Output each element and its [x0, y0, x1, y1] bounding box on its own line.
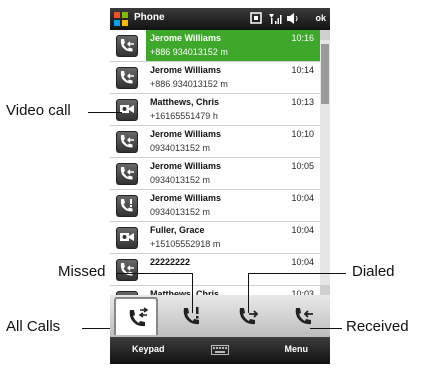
leader-line-missed — [116, 273, 192, 274]
call-filter-tabs — [110, 295, 330, 337]
call-details: Jerome Williams 0934013152 m 10:10 — [146, 126, 320, 157]
contact-name: 22222222 — [150, 257, 191, 267]
call-details: Jerome Williams 0934013152 m 10:05 — [146, 158, 320, 189]
menu-softkey[interactable]: Menu — [285, 344, 309, 354]
call-details: Fuller, Grace +15105552918 m 10:04 — [146, 222, 320, 253]
phone-number: +886 934013152 m — [150, 79, 228, 89]
contact-name: Fuller, Grace — [150, 225, 205, 235]
leader-line-all-calls — [82, 328, 110, 329]
call-time: 10:04 — [291, 193, 314, 203]
phone-number: 0934013152 m — [150, 207, 211, 217]
contact-name: Jerome Williams — [150, 193, 221, 203]
windows-start-icon[interactable] — [113, 11, 129, 27]
signal-icon — [269, 14, 282, 24]
keypad-softkey[interactable]: Keypad — [132, 344, 165, 354]
call-time: 10:10 — [291, 129, 314, 139]
video-call-icon — [116, 227, 138, 249]
call-type-icon-area — [110, 158, 146, 189]
call-time: 10:14 — [291, 65, 314, 75]
keyboard-icon[interactable] — [211, 345, 229, 355]
leader-line-video-call — [88, 112, 122, 113]
call-history-row[interactable]: Jerome Williams 0934013152 m 10:10 — [110, 126, 320, 158]
contact-name: Jerome Williams — [150, 33, 221, 43]
leader-line-missed-drop — [192, 273, 193, 313]
leader-line-dialed-drop — [248, 273, 249, 313]
call-type-icon-area — [110, 222, 146, 253]
call-time: 10:13 — [291, 97, 314, 107]
callout-all-calls: All Calls — [6, 318, 61, 335]
callout-dialed: Dialed — [352, 263, 395, 280]
app-title: Phone — [134, 12, 165, 23]
call-details: Jerome Williams +886 934013152 m 10:14 — [146, 62, 320, 93]
softkey-bar: Keypad Menu — [110, 337, 330, 364]
received-call-icon — [116, 259, 138, 281]
received-call-icon — [116, 35, 138, 57]
call-type-icon-area — [110, 62, 146, 93]
received-call-icon — [116, 67, 138, 89]
tab-received[interactable] — [282, 297, 326, 335]
call-history-row[interactable]: Jerome Williams +886 934013152 m 10:14 — [110, 62, 320, 94]
title-bar: Phone ok — [110, 8, 330, 30]
call-history-row[interactable]: Fuller, Grace +15105552918 m 10:04 — [110, 222, 320, 254]
call-time: 10:05 — [291, 161, 314, 171]
all-calls-icon — [129, 307, 149, 327]
call-history-row[interactable]: Jerome Williams 0934013152 m 10:05 — [110, 158, 320, 190]
call-details: Jerome Williams +886 934013152 m 10:16 — [146, 30, 320, 61]
call-history-row[interactable]: Matthews, Chris +16165551479 h 10:13 — [110, 94, 320, 126]
scrollbar[interactable] — [320, 30, 330, 295]
phone-number: 0934013152 m — [150, 175, 211, 185]
call-history-row[interactable]: Matthews, Chris+16165551479 h10:03 — [110, 286, 320, 295]
contact-name: Jerome Williams — [150, 129, 221, 139]
contact-name: Jerome Williams — [150, 161, 221, 171]
call-time: 10:04 — [291, 257, 314, 267]
scroll-down-arrow[interactable] — [320, 285, 330, 295]
phone-number: +16165551479 h — [150, 111, 218, 121]
call-details: Matthews, Chris +16165551479 h 10:13 — [146, 94, 320, 125]
call-history-row[interactable]: Jerome Williams +886 934013152 m 10:16 — [110, 30, 320, 62]
received-call-icon — [116, 131, 138, 153]
received-call-icon — [295, 308, 313, 325]
phone-number: +886 934013152 m — [150, 47, 228, 57]
phone-number: +15105552918 m — [150, 239, 221, 249]
call-details: Matthews, Chris+16165551479 h10:03 — [146, 286, 320, 295]
call-type-icon-area — [110, 190, 146, 221]
call-type-icon-area — [110, 126, 146, 157]
call-history-row[interactable]: 22222222 10:04 — [110, 254, 320, 286]
callout-missed: Missed — [58, 263, 106, 280]
leader-line-received — [310, 328, 342, 329]
call-history-list: Jerome Williams +886 934013152 m 10:16 Jero… — [110, 30, 330, 295]
call-details: Jerome Williams 0934013152 m 10:04 — [146, 190, 320, 221]
scroll-up-arrow[interactable] — [320, 30, 330, 40]
call-type-icon-area — [110, 94, 146, 125]
phone-screen: Phone ok Jerome Williams +886 934013152 m… — [110, 8, 330, 364]
volume-icon — [287, 13, 298, 24]
tab-all-calls[interactable] — [114, 297, 158, 335]
scroll-thumb[interactable] — [321, 44, 329, 104]
call-history-row[interactable]: Jerome Williams 0934013152 m 10:04 — [110, 190, 320, 222]
call-time: 10:16 — [291, 33, 314, 43]
contact-name: Jerome Williams — [150, 65, 221, 75]
call-time: 10:04 — [291, 225, 314, 235]
call-type-icon-area — [110, 286, 146, 295]
connectivity-icon — [250, 12, 262, 24]
call-details: 22222222 10:04 — [146, 254, 320, 285]
phone-number: 0934013152 m — [150, 143, 211, 153]
received-call-icon — [116, 163, 138, 185]
callout-video-call: Video call — [6, 102, 71, 119]
ok-button[interactable]: ok — [315, 13, 326, 23]
call-type-icon-area — [110, 254, 146, 285]
leader-line-dialed — [248, 273, 346, 274]
call-type-icon-area — [110, 30, 146, 61]
callout-received: Received — [346, 318, 409, 335]
contact-name: Matthews, Chris — [150, 97, 220, 107]
missed-call-icon — [116, 195, 138, 217]
video-call-icon — [116, 99, 138, 121]
